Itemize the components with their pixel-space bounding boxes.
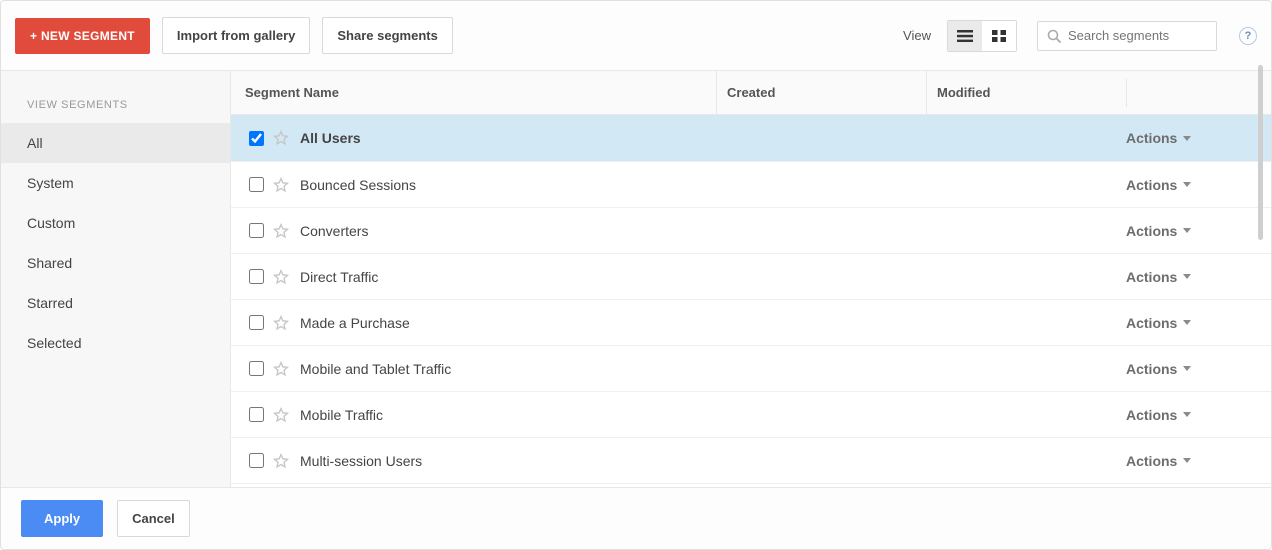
segment-name: Made a Purchase (300, 315, 1126, 331)
col-actions (1126, 79, 1271, 107)
star-icon[interactable] (272, 222, 290, 240)
table-body: All UsersActionsBounced SessionsActionsC… (231, 115, 1271, 487)
sidebar-item-custom[interactable]: Custom (1, 203, 230, 243)
view-list-button[interactable] (948, 21, 982, 51)
actions-dropdown[interactable]: Actions (1126, 407, 1257, 423)
row-checkbox[interactable] (249, 131, 264, 146)
import-from-gallery-button[interactable]: Import from gallery (162, 17, 310, 54)
star-icon[interactable] (272, 314, 290, 332)
search-wrap (1037, 21, 1217, 51)
apply-button[interactable]: Apply (21, 500, 103, 537)
view-toggle (947, 20, 1017, 52)
table-row[interactable]: Multi-session UsersActions (231, 437, 1271, 483)
table-row[interactable]: Mobile TrafficActions (231, 391, 1271, 437)
segment-name: All Users (300, 130, 1126, 146)
segment-name: Bounced Sessions (300, 177, 1126, 193)
chevron-down-icon (1183, 274, 1191, 279)
actions-label: Actions (1126, 223, 1177, 239)
segment-name: Mobile Traffic (300, 407, 1126, 423)
grid-icon (992, 30, 1006, 42)
segment-name: Mobile and Tablet Traffic (300, 361, 1126, 377)
actions-dropdown[interactable]: Actions (1126, 361, 1257, 377)
col-segment-name[interactable]: Segment Name (231, 71, 716, 114)
star-icon[interactable] (272, 360, 290, 378)
view-grid-button[interactable] (982, 21, 1016, 51)
actions-dropdown[interactable]: Actions (1126, 130, 1257, 146)
cancel-button[interactable]: Cancel (117, 500, 190, 537)
actions-dropdown[interactable]: Actions (1126, 177, 1257, 193)
actions-label: Actions (1126, 315, 1177, 331)
segments-panel: + NEW SEGMENT Import from gallery Share … (0, 0, 1272, 550)
row-checkbox[interactable] (249, 223, 264, 238)
row-checkbox[interactable] (249, 315, 264, 330)
sidebar-item-shared[interactable]: Shared (1, 243, 230, 283)
view-label: View (903, 28, 931, 43)
col-modified[interactable]: Modified (926, 71, 1126, 114)
row-checkbox[interactable] (249, 407, 264, 422)
main: Segment Name Created Modified All UsersA… (231, 71, 1271, 487)
chevron-down-icon (1183, 182, 1191, 187)
chevron-down-icon (1183, 458, 1191, 463)
sidebar-item-all[interactable]: All (1, 123, 230, 163)
actions-dropdown[interactable]: Actions (1126, 269, 1257, 285)
actions-label: Actions (1126, 269, 1177, 285)
actions-dropdown[interactable]: Actions (1126, 315, 1257, 331)
actions-label: Actions (1126, 453, 1177, 469)
table-row[interactable]: Made a PurchaseActions (231, 299, 1271, 345)
table-row[interactable]: Direct TrafficActions (231, 253, 1271, 299)
search-input[interactable] (1037, 21, 1217, 51)
list-icon (957, 30, 973, 42)
chevron-down-icon (1183, 366, 1191, 371)
star-icon[interactable] (272, 176, 290, 194)
segment-name: Multi-session Users (300, 453, 1126, 469)
sidebar-item-starred[interactable]: Starred (1, 283, 230, 323)
body: VIEW SEGMENTS AllSystemCustomSharedStarr… (1, 70, 1271, 487)
sidebar-item-selected[interactable]: Selected (1, 323, 230, 363)
actions-label: Actions (1126, 130, 1177, 146)
table-row[interactable]: Mobile and Tablet TrafficActions (231, 345, 1271, 391)
chevron-down-icon (1183, 136, 1191, 141)
new-segment-button[interactable]: + NEW SEGMENT (15, 18, 150, 54)
sidebar-heading: VIEW SEGMENTS (1, 89, 230, 123)
help-button[interactable]: ? (1239, 27, 1257, 45)
share-segments-button[interactable]: Share segments (322, 17, 452, 54)
footer: Apply Cancel (1, 487, 1271, 549)
segment-name: Converters (300, 223, 1126, 239)
table-row[interactable]: Bounced SessionsActions (231, 161, 1271, 207)
actions-dropdown[interactable]: Actions (1126, 453, 1257, 469)
actions-label: Actions (1126, 361, 1177, 377)
star-icon[interactable] (272, 452, 290, 470)
table-header: Segment Name Created Modified (231, 71, 1271, 115)
star-icon[interactable] (272, 129, 290, 147)
star-icon[interactable] (272, 268, 290, 286)
table-row[interactable]: All UsersActions (231, 115, 1271, 161)
table-row[interactable]: ConvertersActions (231, 207, 1271, 253)
row-checkbox[interactable] (249, 361, 264, 376)
actions-label: Actions (1126, 407, 1177, 423)
segment-name: Direct Traffic (300, 269, 1126, 285)
chevron-down-icon (1183, 228, 1191, 233)
actions-dropdown[interactable]: Actions (1126, 223, 1257, 239)
row-checkbox[interactable] (249, 177, 264, 192)
row-checkbox[interactable] (249, 453, 264, 468)
sidebar-item-system[interactable]: System (1, 163, 230, 203)
star-icon[interactable] (272, 406, 290, 424)
actions-label: Actions (1126, 177, 1177, 193)
col-created[interactable]: Created (716, 71, 926, 114)
chevron-down-icon (1183, 412, 1191, 417)
toolbar: + NEW SEGMENT Import from gallery Share … (1, 1, 1271, 70)
chevron-down-icon (1183, 320, 1191, 325)
row-checkbox[interactable] (249, 269, 264, 284)
scrollbar[interactable] (1258, 65, 1263, 240)
sidebar: VIEW SEGMENTS AllSystemCustomSharedStarr… (1, 71, 231, 487)
